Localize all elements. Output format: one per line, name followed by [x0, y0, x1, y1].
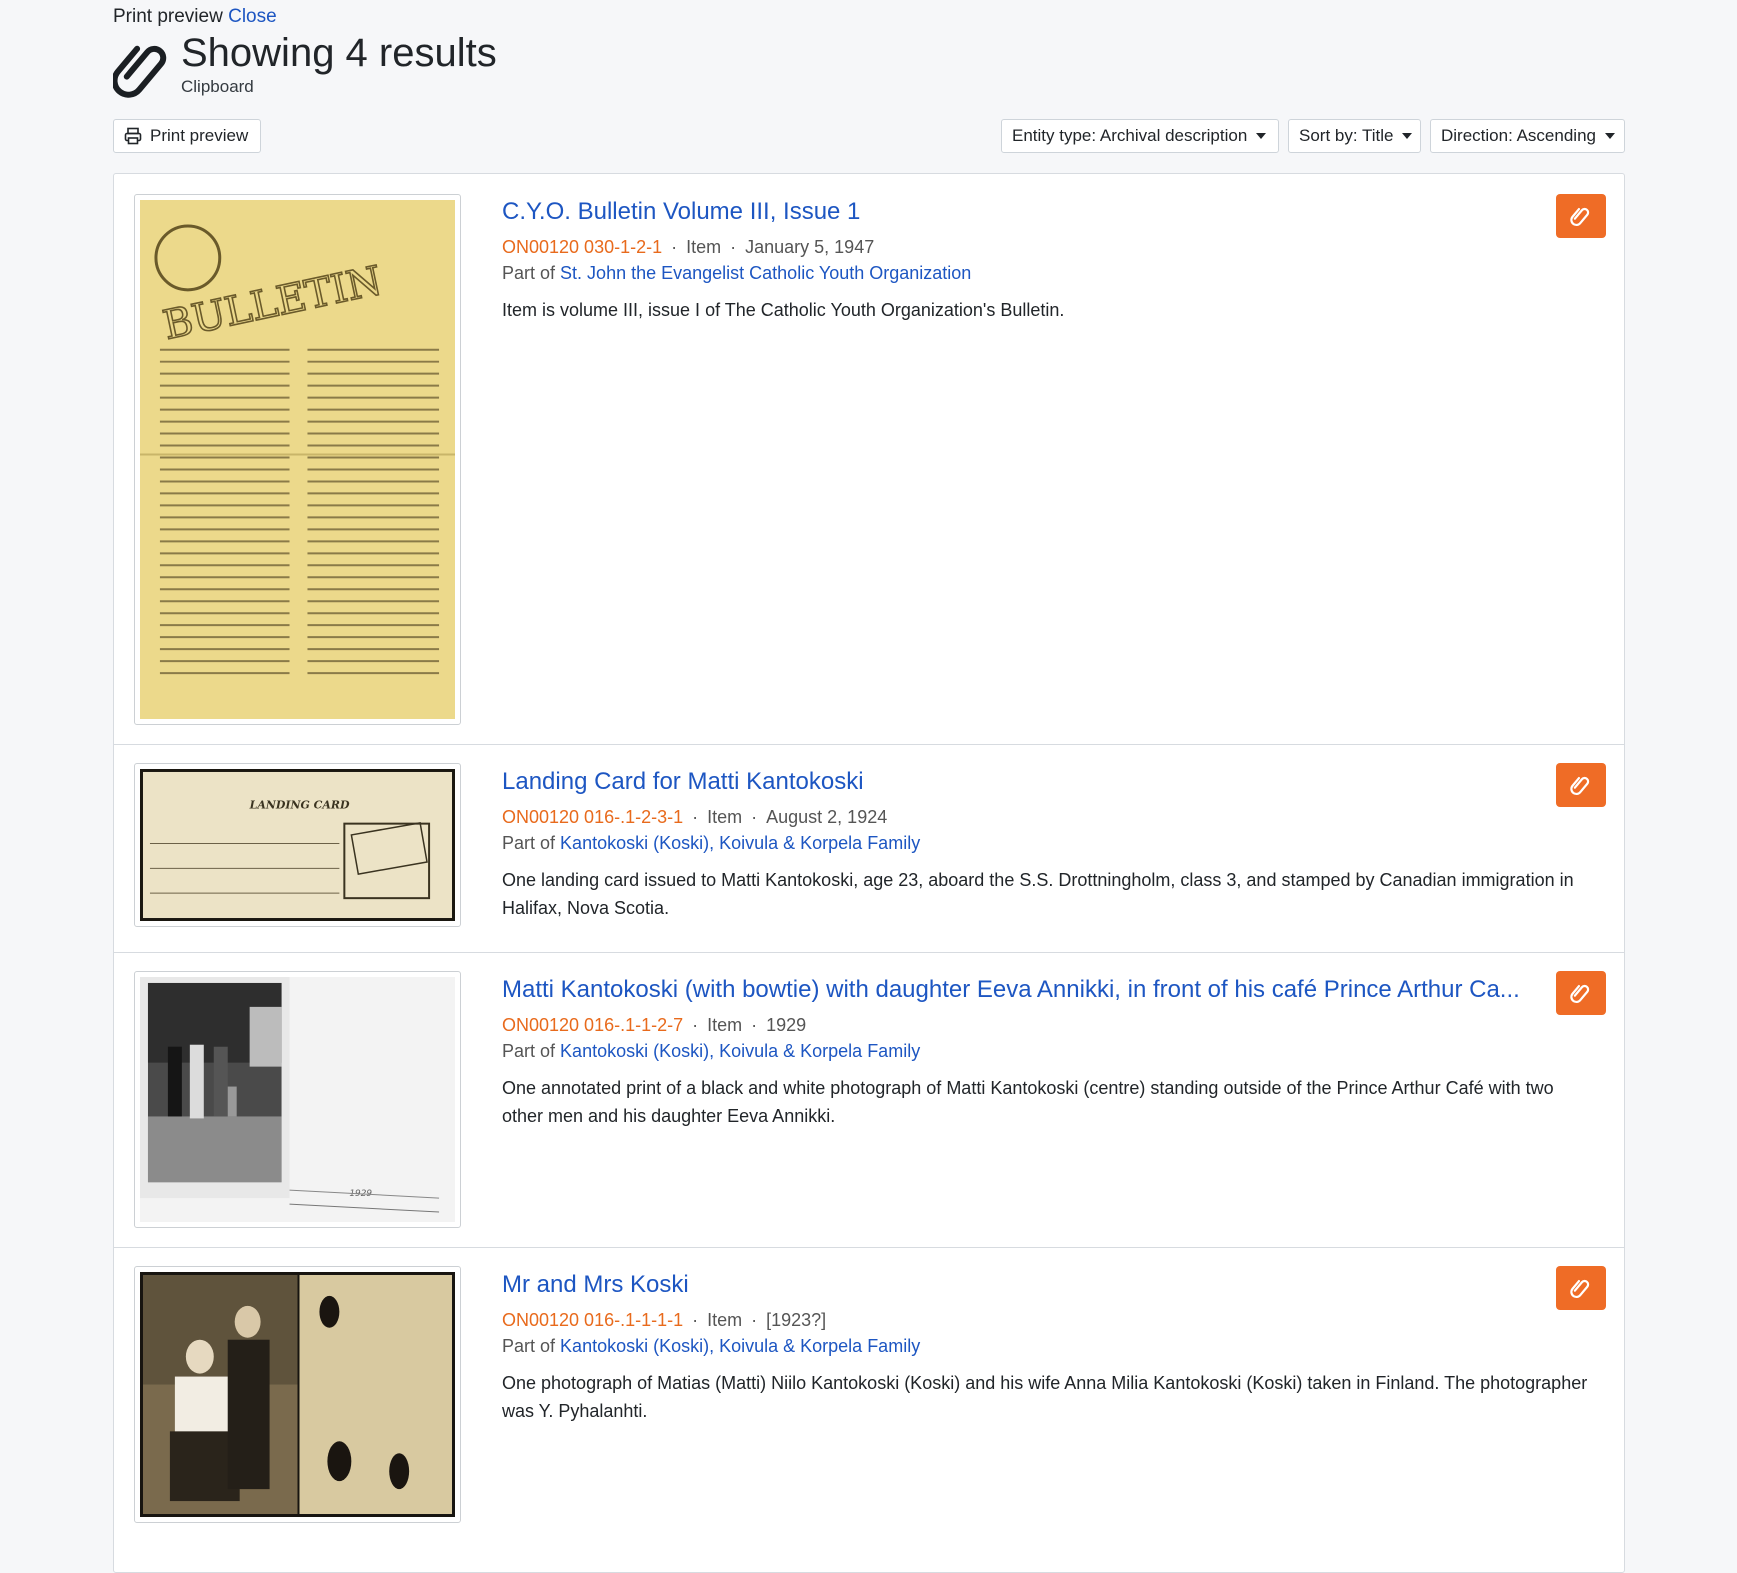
- caret-down-icon: [1256, 133, 1267, 139]
- print-preview-button[interactable]: Print preview: [113, 119, 261, 153]
- part-of: Part of Kantokoski (Koski), Koivula & Ko…: [502, 1333, 1604, 1359]
- result-thumbnail[interactable]: 1929: [134, 971, 461, 1228]
- date: [1923?]: [766, 1310, 827, 1330]
- print-preview-bar: Print preview Close: [113, 4, 277, 30]
- part-of-link[interactable]: Kantokoski (Koski), Koivula & Korpela Fa…: [560, 833, 920, 853]
- part-of-label: Part of: [502, 263, 556, 283]
- result-row: LANDING CARD Landing Card for Matti Kant…: [114, 744, 1624, 953]
- reference-code: ON00120 030-1-2-1: [502, 237, 663, 257]
- entity-type-label: Entity type: Archival description: [1012, 126, 1248, 145]
- result-thumbnail[interactable]: [134, 1266, 461, 1523]
- portrait-photo-image: [140, 1272, 455, 1517]
- page-title: Showing 4 results: [181, 31, 497, 75]
- result-description: One photograph of Matias (Matti) Niilo K…: [502, 1373, 1588, 1421]
- add-to-clipboard-button[interactable]: [1556, 1266, 1606, 1310]
- result-thumbnail[interactable]: LANDING CARD: [134, 763, 461, 927]
- close-link[interactable]: Close: [228, 6, 277, 27]
- level: Item: [707, 1015, 743, 1035]
- entity-type-dropdown[interactable]: Entity type: Archival description: [1001, 119, 1279, 153]
- page: Print preview Close Showing 4 results Cl…: [0, 0, 1737, 1573]
- result-description: One annotated print of a black and white…: [502, 1078, 1554, 1126]
- result-meta: ON00120 016-.1-1-2-7 · Item · 1929: [502, 1015, 807, 1035]
- results-list: BULLETIN C.Y.O. Bulletin Volume III, Iss…: [113, 173, 1625, 1573]
- part-of: Part of Kantokoski (Koski), Koivula & Ko…: [502, 830, 1604, 856]
- paperclip-icon: [1570, 207, 1590, 226]
- result-meta: ON00120 030-1-2-1 · Item · January 5, 1947: [502, 237, 875, 257]
- result-info: Landing Card for Matti Kantokoski ON0012…: [502, 766, 1604, 922]
- result-title-link[interactable]: Mr and Mrs Koski: [502, 1269, 1548, 1301]
- cafe-photo-image: 1929: [140, 977, 455, 1222]
- reference-code: ON00120 016-.1-1-2-7: [502, 1015, 684, 1035]
- result-title-link[interactable]: C.Y.O. Bulletin Volume III, Issue 1: [502, 196, 1548, 228]
- part-of-label: Part of: [502, 833, 556, 853]
- sort-by-label: Sort by: Title: [1299, 126, 1394, 145]
- date: August 2, 1924: [766, 807, 888, 827]
- part-of: Part of St. John the Evangelist Catholic…: [502, 260, 1604, 286]
- result-info: C.Y.O. Bulletin Volume III, Issue 1 ON00…: [502, 196, 1604, 324]
- result-meta: ON00120 016-.1-1-1-1 · Item · [1923?]: [502, 1310, 827, 1330]
- caret-down-icon: [1402, 133, 1413, 139]
- landing-card-image: LANDING CARD: [140, 769, 455, 921]
- print-preview-label: Print preview: [113, 6, 223, 27]
- part-of-label: Part of: [502, 1336, 556, 1356]
- paperclip-icon: [1570, 984, 1590, 1003]
- reference-code: ON00120 016-.1-2-3-1: [502, 807, 684, 827]
- result-description: One landing card issued to Matti Kantoko…: [502, 870, 1574, 918]
- result-row: Mr and Mrs Koski ON00120 016-.1-1-1-1 · It…: [114, 1247, 1624, 1547]
- level: Item: [707, 1310, 743, 1330]
- level: Item: [707, 807, 743, 827]
- svg-text:LANDING CARD: LANDING CARD: [249, 799, 350, 812]
- result-info: Mr and Mrs Koski ON00120 016-.1-1-1-1 · It…: [502, 1269, 1604, 1425]
- printer-icon: [124, 127, 142, 145]
- result-row: 1929 Matti Kantokoski (with bowtie) with…: [114, 952, 1624, 1248]
- result-info: Matti Kantokoski (with bowtie) with daug…: [502, 974, 1604, 1130]
- direction-label: Direction: Ascending: [1441, 126, 1596, 145]
- result-thumbnail[interactable]: BULLETIN: [134, 194, 461, 725]
- part-of-link[interactable]: Kantokoski (Koski), Koivula & Korpela Fa…: [560, 1336, 920, 1356]
- part-of-link[interactable]: St. John the Evangelist Catholic Youth O…: [560, 263, 971, 283]
- result-meta: ON00120 016-.1-2-3-1 · Item · August 2, 1924: [502, 807, 888, 827]
- bulletin-image: BULLETIN: [140, 200, 455, 719]
- paperclip-icon: [113, 45, 167, 98]
- page-subtitle: Clipboard: [181, 77, 254, 96]
- add-to-clipboard-button[interactable]: [1556, 194, 1606, 238]
- date: January 5, 1947: [745, 237, 875, 257]
- part-of-link[interactable]: Kantokoski (Koski), Koivula & Korpela Fa…: [560, 1041, 920, 1061]
- sort-by-dropdown[interactable]: Sort by: Title: [1288, 119, 1421, 153]
- result-title-link[interactable]: Matti Kantokoski (with bowtie) with daug…: [502, 974, 1548, 1006]
- reference-code: ON00120 016-.1-1-1-1: [502, 1310, 684, 1330]
- paperclip-icon: [1570, 776, 1590, 795]
- add-to-clipboard-button[interactable]: [1556, 763, 1606, 807]
- level: Item: [686, 237, 722, 257]
- print-preview-button-label: Print preview: [150, 126, 249, 145]
- add-to-clipboard-button[interactable]: [1556, 971, 1606, 1015]
- paperclip-icon: [1570, 1279, 1590, 1298]
- part-of: Part of Kantokoski (Koski), Koivula & Ko…: [502, 1038, 1604, 1064]
- date: 1929: [766, 1015, 807, 1035]
- part-of-label: Part of: [502, 1041, 556, 1061]
- result-title-link[interactable]: Landing Card for Matti Kantokoski: [502, 766, 1548, 798]
- direction-dropdown[interactable]: Direction: Ascending: [1430, 119, 1625, 153]
- result-description: Item is volume III, issue I of The Catho…: [502, 300, 1065, 320]
- page-heading: Showing 4 results Clipboard: [113, 28, 497, 104]
- caret-down-icon: [1604, 133, 1615, 139]
- result-row: BULLETIN C.Y.O. Bulletin Volume III, Iss…: [114, 174, 1624, 745]
